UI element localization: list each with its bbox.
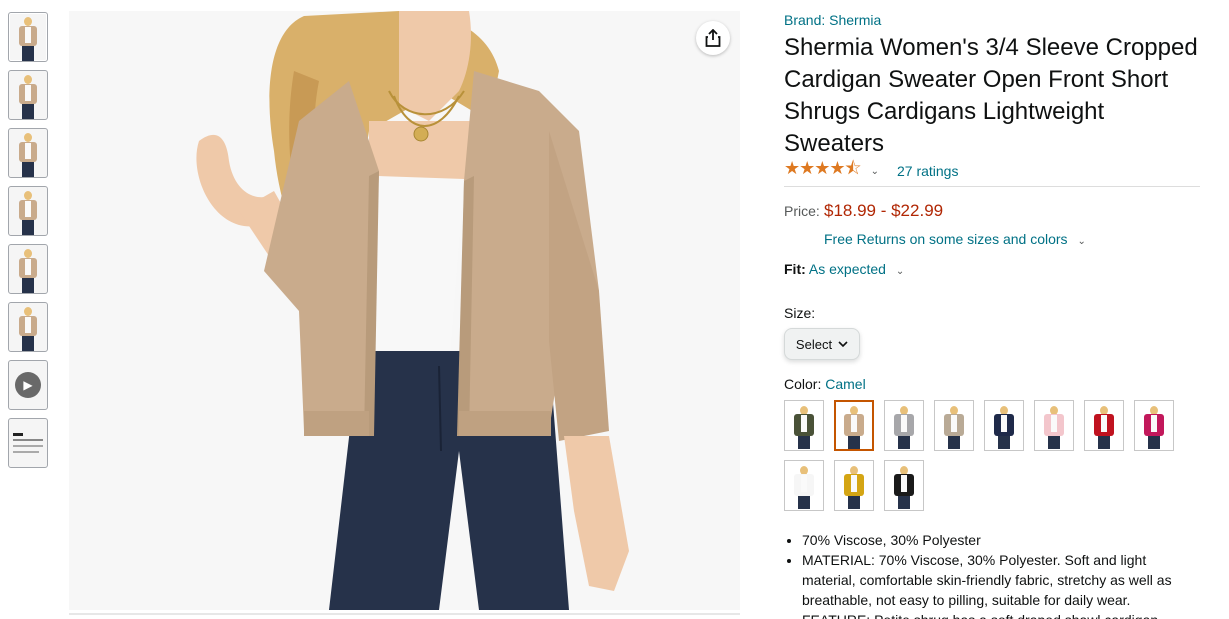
thumbnail-5[interactable]	[8, 244, 48, 294]
size-dropdown-value: Select	[795, 336, 833, 352]
swatch-image	[793, 466, 815, 509]
color-value: Camel	[825, 376, 866, 392]
chevron-down-icon	[838, 340, 848, 347]
color-swatch[interactable]	[834, 460, 874, 511]
color-label-row: Color: Camel	[784, 376, 1200, 392]
swatch-image	[993, 406, 1015, 449]
feature-bullet: MATERIAL: 70% Viscose, 30% Polyester. So…	[802, 550, 1200, 610]
color-swatch[interactable]	[1134, 400, 1174, 451]
thumbnail-image	[19, 191, 37, 235]
feature-bullets: 70% Viscose, 30% PolyesterMATERIAL: 70% …	[784, 530, 1200, 619]
color-swatch[interactable]	[834, 400, 874, 451]
color-label: Color:	[784, 376, 822, 392]
color-swatch[interactable]	[1084, 400, 1124, 451]
size-label: Size:	[784, 305, 816, 321]
thumbnail-6[interactable]	[8, 302, 48, 352]
swatch-image	[1043, 406, 1065, 449]
thumbnail-image	[19, 75, 37, 119]
play-icon: ▶	[15, 372, 41, 398]
thumbnail-2[interactable]	[8, 70, 48, 120]
price-range: $18.99 - $22.99	[824, 201, 944, 220]
divider	[784, 186, 1200, 187]
thumbnail-size-chart[interactable]	[8, 418, 48, 468]
star-rating[interactable]: ★★★★⯪	[784, 156, 862, 186]
thumbnail-image	[19, 249, 37, 293]
color-swatch[interactable]	[984, 400, 1024, 451]
share-button[interactable]	[696, 21, 730, 55]
thumbnail-list: ▶	[8, 12, 48, 476]
swatch-image	[893, 406, 915, 449]
swatch-image	[943, 406, 965, 449]
color-swatch[interactable]	[934, 400, 974, 451]
chevron-down-icon[interactable]: ⌄	[871, 166, 879, 177]
thumbnail-video[interactable]: ▶	[8, 360, 48, 410]
swatch-image	[793, 406, 815, 449]
ratings-count-link[interactable]: 27 ratings	[897, 163, 958, 179]
swatch-image	[843, 466, 865, 509]
color-swatch[interactable]	[784, 460, 824, 511]
thumbnail-4[interactable]	[8, 186, 48, 236]
thumbnail-3[interactable]	[8, 128, 48, 178]
swatch-image	[1143, 406, 1165, 449]
thumbnail-image	[19, 17, 37, 61]
main-product-image[interactable]	[69, 11, 740, 610]
chevron-down-icon: ⌄	[1077, 236, 1086, 247]
product-title: Shermia Women's 3/4 Sleeve Cropped Cardi…	[784, 34, 1198, 157]
feature-bullet: 70% Viscose, 30% Polyester	[802, 530, 1200, 550]
free-returns-label: Free Returns on some sizes and colors	[824, 231, 1068, 247]
thumbnail-1[interactable]	[8, 12, 48, 62]
chevron-down-icon: ⌄	[895, 266, 905, 277]
feature-bullet: FEATURE: Petite shrug has a soft draped …	[802, 610, 1200, 619]
rating-row: ★★★★⯪ ⌄ 27 ratings	[784, 158, 1200, 182]
product-info: Brand: Shermia Shermia Women's 3/4 Sleev…	[784, 12, 1200, 619]
product-photo	[69, 11, 740, 610]
swatch-image	[1093, 406, 1115, 449]
free-returns-link[interactable]: Free Returns on some sizes and colors ⌄	[824, 231, 1200, 247]
thumbnail-image	[19, 307, 37, 351]
color-swatch[interactable]	[1034, 400, 1074, 451]
image-bottom-divider	[69, 613, 740, 615]
color-swatches	[784, 400, 1184, 520]
color-swatch[interactable]	[884, 400, 924, 451]
size-dropdown[interactable]: Select	[784, 328, 860, 360]
price-label: Price:	[784, 203, 820, 219]
price-row: Price: $18.99 - $22.99	[784, 201, 1200, 221]
fit-value: As expected	[808, 261, 886, 277]
brand-link[interactable]: Brand: Shermia	[784, 12, 1200, 32]
swatch-image	[893, 466, 915, 509]
fit-row[interactable]: Fit: As expected ⌄	[784, 261, 1200, 277]
share-icon	[705, 29, 721, 47]
color-swatch[interactable]	[884, 460, 924, 511]
color-swatch[interactable]	[784, 400, 824, 451]
swatch-image	[843, 406, 865, 449]
thumbnail-image	[19, 133, 37, 177]
fit-label: Fit:	[784, 261, 806, 277]
